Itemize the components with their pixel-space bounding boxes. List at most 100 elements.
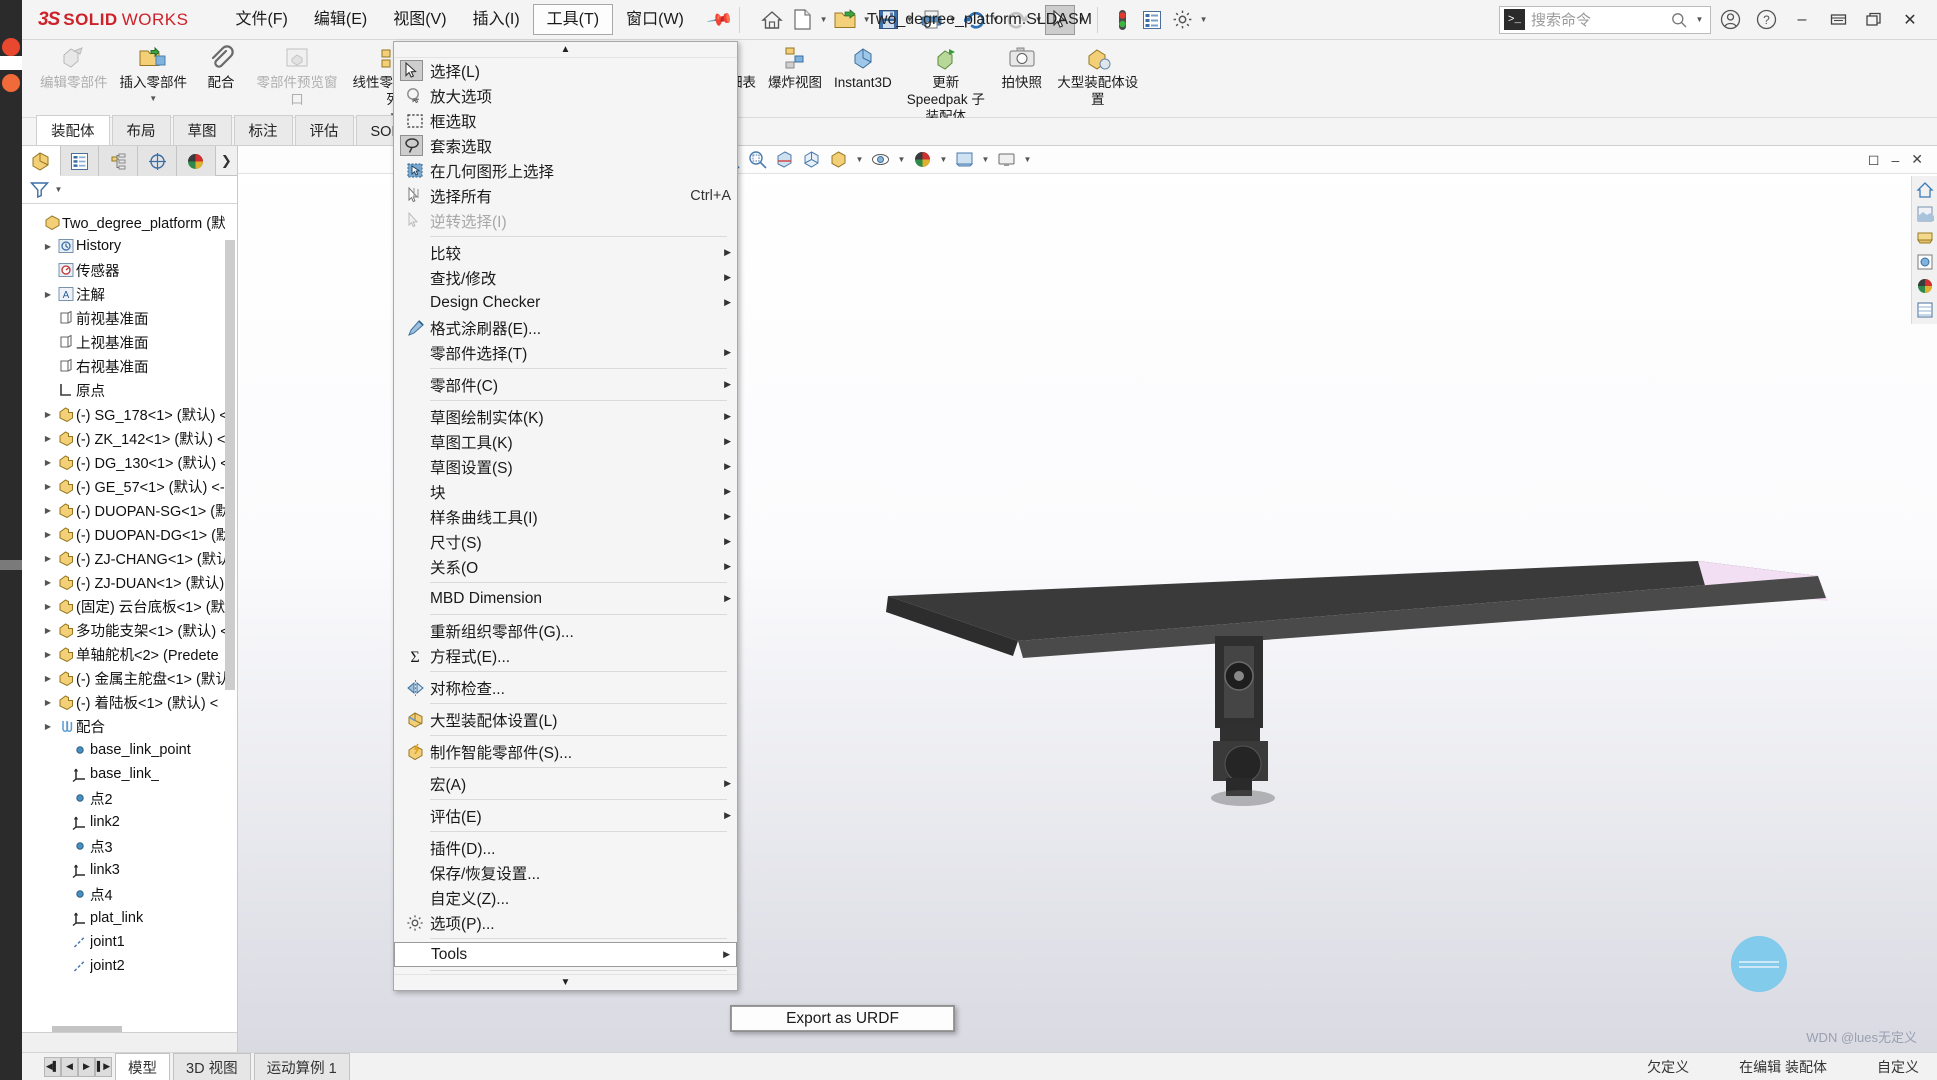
- doc-close-button[interactable]: ✕: [1907, 151, 1927, 168]
- tab-annotation[interactable]: 标注: [234, 115, 293, 145]
- tree-item[interactable]: ▶History: [22, 234, 237, 258]
- tree-item[interactable]: ▶(-) DG_130<1> (默认) <: [22, 450, 237, 474]
- ribbon-edit-component[interactable]: 编辑零部件: [34, 40, 114, 92]
- doc-restore-button[interactable]: ◻: [1864, 151, 1884, 168]
- menu-item-18[interactable]: 样条曲线工具(I)▶: [394, 504, 737, 529]
- dimxpert-manager-tab[interactable]: [138, 146, 177, 176]
- tree-item[interactable]: ▶单轴舵机<2> (Predete: [22, 642, 237, 666]
- submenu-export-as-urdf[interactable]: Export as URDF: [731, 1006, 954, 1031]
- tree-item[interactable]: ▶(-) ZK_142<1> (默认) <: [22, 426, 237, 450]
- tree-item[interactable]: ▶(-) 金属主舵盘<1> (默认: [22, 666, 237, 690]
- menu-scroll-up[interactable]: ▲: [394, 42, 737, 58]
- restore-button[interactable]: [1821, 3, 1855, 37]
- menu-insert[interactable]: 插入(I): [460, 5, 533, 34]
- options-list-icon[interactable]: [1137, 5, 1167, 35]
- display-manager-tab[interactable]: [177, 146, 216, 176]
- chevron-right-icon[interactable]: ❯: [216, 146, 237, 175]
- home-icon[interactable]: [757, 5, 787, 35]
- tree-item[interactable]: ▶(-) 着陆板<1> (默认) <: [22, 690, 237, 714]
- rail-handle[interactable]: [0, 560, 22, 570]
- apply-scene-caret[interactable]: ▼: [979, 146, 992, 175]
- ribbon-instant3d[interactable]: Instant3D: [828, 40, 898, 92]
- select-cursor-icon[interactable]: [1045, 5, 1075, 35]
- menu-item-29[interactable]: 插件(D)...: [394, 835, 737, 860]
- tree-item[interactable]: plat_link: [22, 906, 237, 930]
- first-sheet-icon[interactable]: ◀▌: [44, 1057, 61, 1077]
- tree-item[interactable]: ▶(-) ZJ-DUAN<1> (默认): [22, 570, 237, 594]
- new-document-caret[interactable]: ▼: [817, 5, 830, 35]
- tree-item[interactable]: 传感器: [22, 258, 237, 282]
- ribbon-update-speedpak[interactable]: 更新 Speedpak 子装配体: [898, 40, 994, 126]
- open-folder-caret[interactable]: ▼: [860, 5, 873, 35]
- menu-item-21[interactable]: MBD Dimension▶: [394, 586, 737, 611]
- menu-item-8[interactable]: 比较▶: [394, 240, 737, 265]
- menu-item-1[interactable]: 选择(L): [394, 58, 737, 83]
- redo-caret[interactable]: ▼: [1032, 5, 1045, 35]
- tree-item[interactable]: ▶配合: [22, 714, 237, 738]
- menu-item-22[interactable]: 重新组织零部件(G)...: [394, 618, 737, 643]
- tree-expand-arrow-icon[interactable]: ▶: [40, 506, 56, 515]
- tree-item[interactable]: ▶(-) DUOPAN-SG<1> (默: [22, 498, 237, 522]
- menu-item-9[interactable]: 查找/修改▶: [394, 265, 737, 290]
- ribbon-insert-component-caret[interactable]: ▼: [120, 94, 188, 104]
- print-icon[interactable]: [916, 5, 946, 35]
- ribbon-exploded-view[interactable]: 爆炸视图: [762, 40, 828, 92]
- view-home-icon[interactable]: [1914, 179, 1936, 201]
- property-manager-tab[interactable]: [61, 146, 100, 176]
- ribbon-snapshot[interactable]: 拍快照: [994, 40, 1050, 92]
- doc-minimize-button[interactable]: –: [1887, 152, 1903, 168]
- tree-vertical-scrollbar[interactable]: [225, 212, 235, 992]
- tree-item[interactable]: base_link_point: [22, 738, 237, 762]
- tree-item[interactable]: ▶(-) ZJ-CHANG<1> (默认: [22, 546, 237, 570]
- tree-expand-arrow-icon[interactable]: ▶: [40, 458, 56, 467]
- display-style-caret[interactable]: ▼: [853, 146, 866, 175]
- view-settings-icon[interactable]: [994, 148, 1019, 172]
- tree-expand-arrow-icon[interactable]: ▶: [40, 578, 56, 587]
- tab-evaluate[interactable]: 评估: [295, 115, 354, 145]
- pin-icon[interactable]: 📌: [705, 5, 734, 34]
- tree-item[interactable]: ▶(固定) 云台底板<1> (默: [22, 594, 237, 618]
- menu-item-16[interactable]: 草图设置(S)▶: [394, 454, 737, 479]
- edit-appearance-caret[interactable]: ▼: [937, 146, 950, 175]
- tree-item[interactable]: joint2: [22, 954, 237, 978]
- custom-appearance-icon[interactable]: [1914, 275, 1936, 297]
- menu-item-3[interactable]: 框选取: [394, 108, 737, 133]
- maximize-button[interactable]: [1857, 3, 1891, 37]
- tree-item[interactable]: ▶(-) GE_57<1> (默认) <-: [22, 474, 237, 498]
- tree-item[interactable]: 点4: [22, 882, 237, 906]
- print-caret[interactable]: ▼: [946, 5, 959, 35]
- redo-icon[interactable]: [1002, 5, 1032, 35]
- next-sheet-icon[interactable]: ▶: [78, 1057, 95, 1077]
- menu-item-14[interactable]: 草图绘制实体(K)▶: [394, 404, 737, 429]
- tree-item[interactable]: link2: [22, 810, 237, 834]
- edit-appearance-icon[interactable]: [910, 148, 935, 172]
- tree-item[interactable]: ▶多功能支架<1> (默认) <: [22, 618, 237, 642]
- tree-item[interactable]: Two_degree_platform (默: [22, 210, 237, 234]
- close-button[interactable]: ✕: [1893, 3, 1927, 37]
- menu-item-28[interactable]: 评估(E)▶: [394, 803, 737, 828]
- undo-icon[interactable]: [959, 5, 989, 35]
- minimize-button[interactable]: –: [1785, 3, 1819, 37]
- sheet-tab-model[interactable]: 模型: [115, 1053, 170, 1080]
- tree-item[interactable]: link3: [22, 858, 237, 882]
- menu-window[interactable]: 窗口(W): [613, 5, 697, 34]
- menu-scroll-down[interactable]: ▼: [394, 974, 737, 990]
- sheet-tab-motion-study[interactable]: 运动算例 1: [254, 1053, 350, 1080]
- menu-item-10[interactable]: Design Checker▶: [394, 290, 737, 315]
- zoom-to-area-icon[interactable]: [745, 148, 770, 172]
- tree-expand-arrow-icon[interactable]: ▶: [40, 434, 56, 443]
- feature-manager-tab[interactable]: [22, 146, 61, 176]
- tab-assembly[interactable]: 装配体: [36, 115, 110, 145]
- tree-item[interactable]: ▶(-) DUOPAN-DG<1> (默: [22, 522, 237, 546]
- select-cursor-caret[interactable]: ▼: [1075, 5, 1088, 35]
- menu-item-31[interactable]: 自定义(Z)...: [394, 885, 737, 910]
- decals-icon[interactable]: [1914, 251, 1936, 273]
- menu-item-26[interactable]: 制作智能零部件(S)...: [394, 739, 737, 764]
- tree-expand-arrow-icon[interactable]: ▶: [40, 602, 56, 611]
- save-icon[interactable]: [873, 5, 903, 35]
- menu-item-33[interactable]: Tools▶: [394, 942, 737, 967]
- tree-expand-arrow-icon[interactable]: ▶: [40, 626, 56, 635]
- help-icon[interactable]: ?: [1749, 3, 1783, 37]
- tree-item[interactable]: 前视基准面: [22, 306, 237, 330]
- tree-item[interactable]: 原点: [22, 378, 237, 402]
